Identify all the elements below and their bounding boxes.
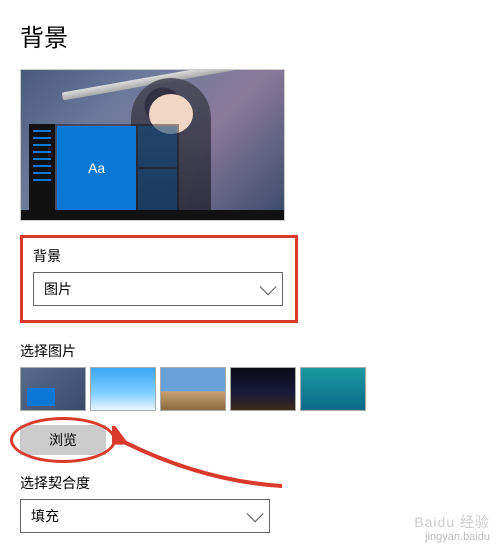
watermark-brand: Baidu 经验 bbox=[414, 514, 490, 531]
chevron-down-icon bbox=[247, 505, 264, 522]
picture-thumb-1[interactable] bbox=[20, 367, 86, 411]
preview-tile bbox=[138, 169, 177, 210]
background-type-value: 图片 bbox=[44, 279, 72, 299]
preview-tile-sample: Aa bbox=[57, 126, 136, 210]
preview-start-rail bbox=[29, 124, 55, 212]
background-label: 背景 bbox=[33, 246, 283, 266]
picture-thumb-3[interactable] bbox=[160, 367, 226, 411]
watermark: Baidu 经验 jingyan.baidu bbox=[414, 514, 490, 544]
fit-label: 选择契合度 bbox=[20, 473, 480, 493]
choose-picture-label: 选择图片 bbox=[20, 341, 480, 361]
browse-button[interactable]: 浏览 bbox=[20, 425, 106, 455]
preview-start-tiles: Aa bbox=[55, 124, 179, 212]
picture-thumb-5[interactable] bbox=[300, 367, 366, 411]
preview-taskbar bbox=[21, 210, 284, 220]
picture-thumb-2[interactable] bbox=[90, 367, 156, 411]
picture-thumb-4[interactable] bbox=[230, 367, 296, 411]
picture-thumbnails bbox=[20, 367, 480, 411]
preview-tile bbox=[138, 126, 177, 167]
desktop-preview: Aa bbox=[20, 69, 285, 221]
annotation-highlight-box: 背景 图片 bbox=[20, 235, 298, 323]
fit-value: 填充 bbox=[31, 506, 59, 526]
background-type-dropdown[interactable]: 图片 bbox=[33, 272, 283, 306]
fit-dropdown[interactable]: 填充 bbox=[20, 499, 270, 533]
page-title: 背景 bbox=[20, 18, 480, 53]
preview-start-menu: Aa bbox=[29, 124, 179, 212]
chevron-down-icon bbox=[260, 278, 277, 295]
watermark-id: jingyan.baidu bbox=[414, 531, 490, 544]
